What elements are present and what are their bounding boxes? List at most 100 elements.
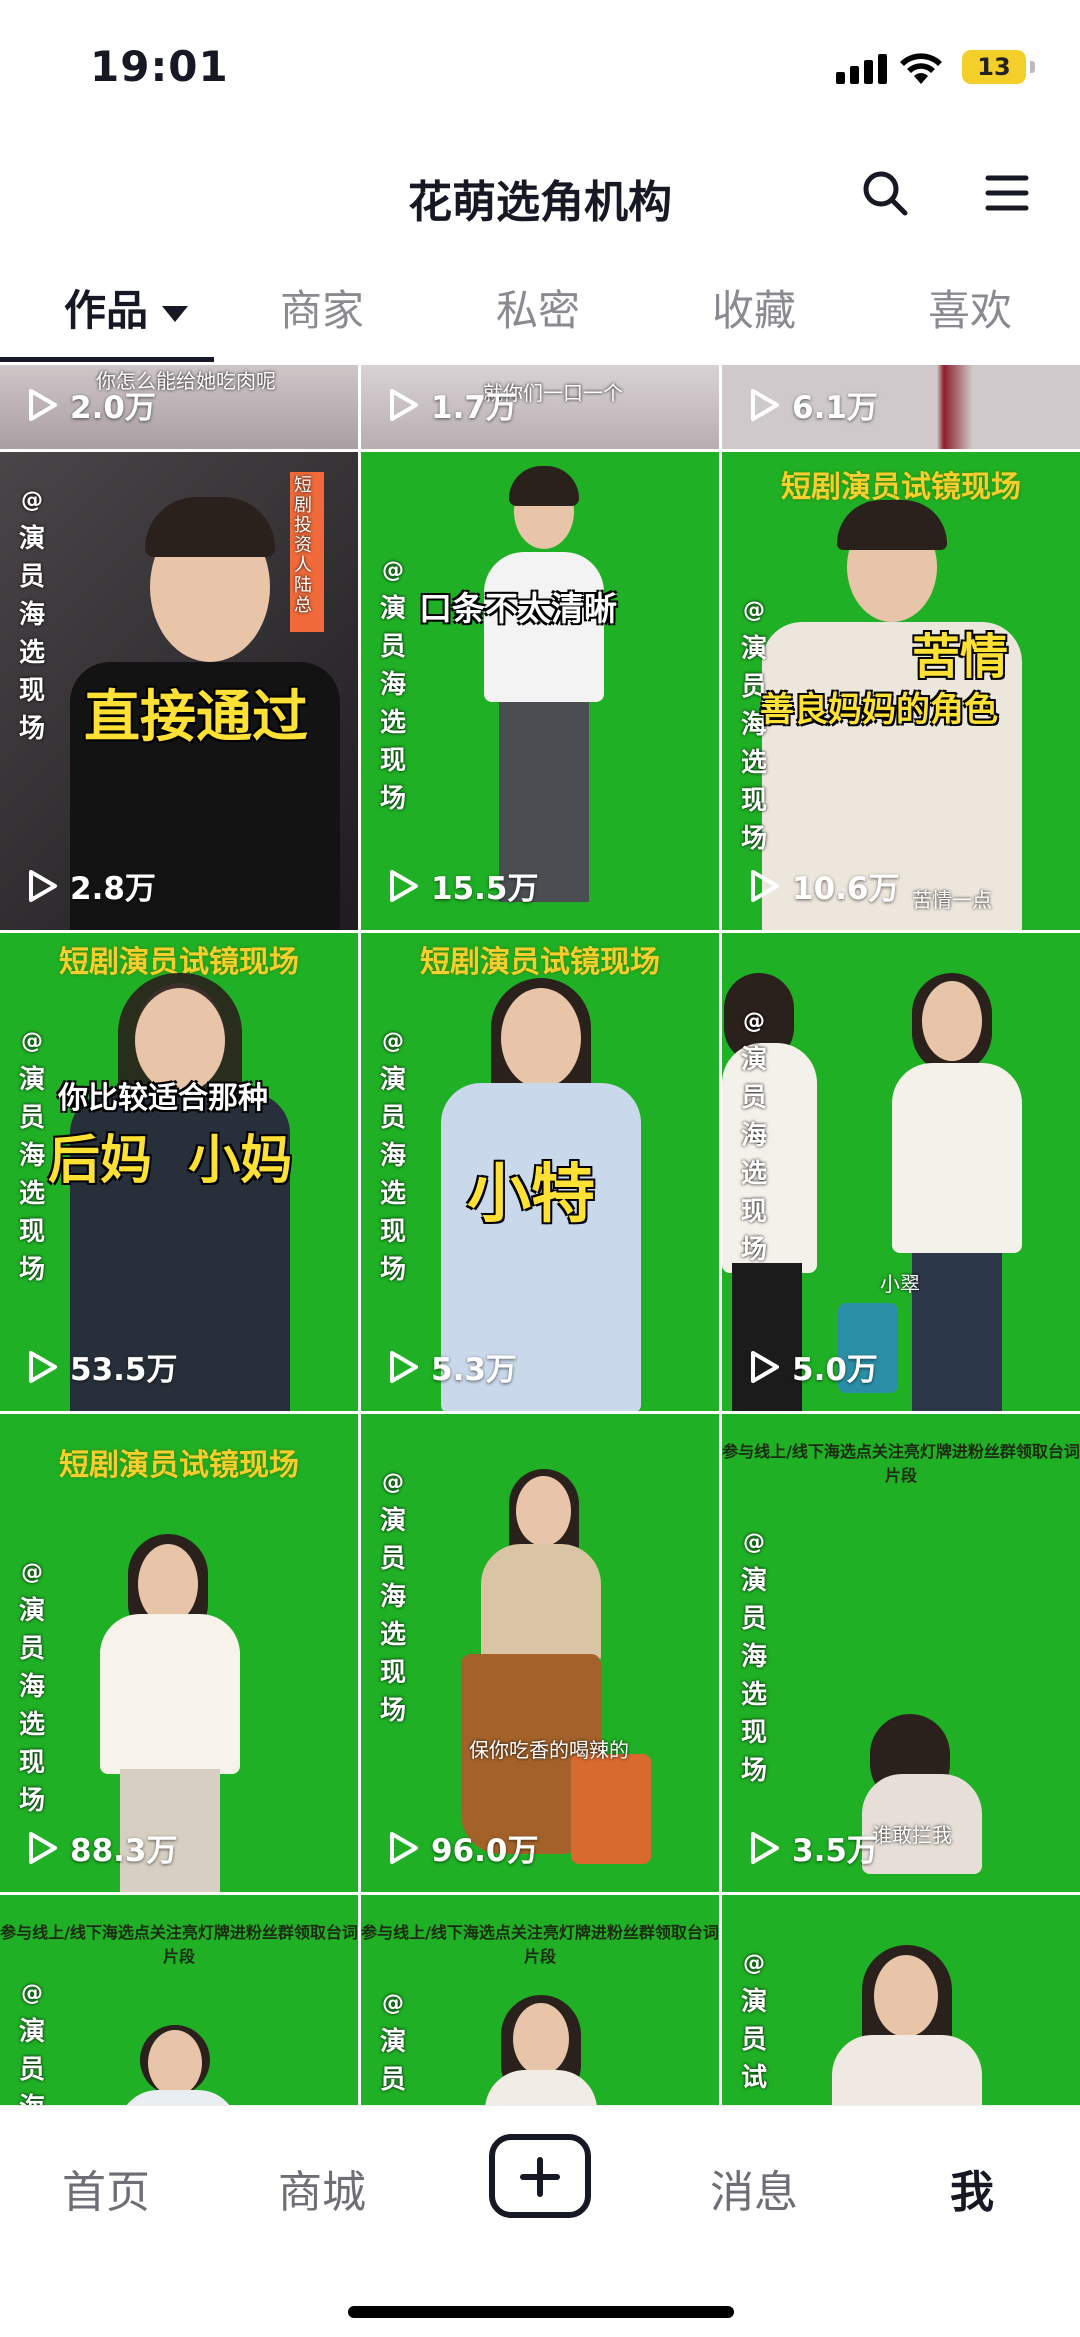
nav-me[interactable]: 我 <box>950 2156 994 2220</box>
video-tile[interactable]: @ 演员海选现场 小翠 5.0万 <box>722 933 1080 1411</box>
menu-icon[interactable] <box>984 170 1030 216</box>
tab-private[interactable]: 私密 <box>496 277 580 338</box>
person-head <box>501 988 581 1088</box>
status-time: 19:01 <box>90 42 229 91</box>
video-caption-b: 后妈 小妈 <box>48 1131 293 1191</box>
video-tag: @ 演员海选现场 <box>18 1560 45 1816</box>
video-tag: @演员海 <box>18 1981 45 2105</box>
play-icon <box>29 869 57 902</box>
video-tag: @ 演员 <box>379 1991 406 2095</box>
tab-works-label: 作品 <box>64 286 149 335</box>
promo-text: 参与线上/线下海选点关注亮灯牌进粉丝群领取台词片段 <box>0 1923 358 1966</box>
play-icon <box>29 1350 57 1383</box>
video-subtitle: 谁敢拦我 <box>872 1823 952 1847</box>
view-count: 2.8万 <box>24 863 156 908</box>
view-count: 2.0万 <box>24 382 156 427</box>
video-tile[interactable]: 短剧投资人 陆总 @ 演员海选现场 直接通过 2.8万 <box>0 452 358 930</box>
view-count: 15.5万 <box>385 863 539 908</box>
video-tile[interactable]: 就你们一口一个 1.7万 <box>361 365 719 449</box>
page-title: 花萌选角机构 <box>408 177 672 228</box>
video-tile[interactable]: @ 演员试 <box>722 1895 1080 2105</box>
tab-merchant[interactable]: 商家 <box>280 277 364 338</box>
video-banner: 短剧演员试镜现场 <box>420 945 660 980</box>
tab-works[interactable]: 作品 <box>64 277 189 338</box>
video-tile[interactable]: 参与线上/线下海选点关注亮灯牌进粉丝群领取台词片段 @ 演员 <box>361 1895 719 2105</box>
profile-tabs: 作品 商家 私密 收藏 喜欢 <box>0 265 1080 365</box>
play-icon <box>390 1350 418 1383</box>
video-subtitle: 保你吃香的喝辣的 <box>469 1738 629 1762</box>
video-tag: @ 演员海选现场 <box>740 1009 767 1265</box>
play-icon <box>751 869 779 902</box>
stool <box>571 1754 651 1864</box>
video-caption: 小特 <box>467 1158 595 1232</box>
video-tile[interactable]: 参与线上/线下海选点关注亮灯牌进粉丝群领取台词片段 @ 演员海选现场 谁敢拦我 3… <box>722 1414 1080 1892</box>
profile-header: 花萌选角机构 <box>0 150 1080 240</box>
play-icon <box>390 1831 418 1864</box>
person-head <box>138 1544 198 1624</box>
video-tag: @ 演员海选现场 <box>18 488 45 744</box>
promo-text: 参与线上/线下海选点关注亮灯牌进粉丝群领取台词片段 <box>361 1923 719 1966</box>
video-tag: @ 演员海选现场 <box>18 1029 45 1285</box>
nav-mall[interactable]: 商城 <box>278 2156 366 2220</box>
app-root: 19:01 13 花萌选角机构 作品 商家 私密 收藏 喜欢 你怎么能给她吃肉呢… <box>0 0 1080 2337</box>
side-label: 短剧投资人 陆总 <box>294 475 312 616</box>
tab-favorites[interactable]: 收藏 <box>712 277 796 338</box>
battery-level: 13 <box>977 53 1011 81</box>
video-subtitle: 苦情一点 <box>912 888 992 912</box>
play-icon <box>390 869 418 902</box>
person-body <box>892 1063 1022 1253</box>
play-icon <box>751 1831 779 1864</box>
nav-messages[interactable]: 消息 <box>710 2156 798 2220</box>
video-tag: @ 演员海选现场 <box>740 1530 767 1786</box>
video-tile[interactable]: 短剧演员试镜现场 @ 演员海选现场 苦情 善良妈妈的角色 苦情一点 10.6万 <box>722 452 1080 930</box>
caret-down-icon[interactable] <box>162 305 189 322</box>
video-tile[interactable]: 你怎么能给她吃肉呢 2.0万 <box>0 365 358 449</box>
person-body <box>832 2035 982 2105</box>
nav-home[interactable]: 首页 <box>62 2156 150 2220</box>
view-count: 88.3万 <box>24 1825 178 1870</box>
home-indicator <box>348 2306 734 2318</box>
view-count: 3.5万 <box>746 1825 878 1870</box>
video-tag: @ 演员试 <box>740 1951 767 2093</box>
video-tile[interactable]: @ 演员海选现场 口条不太清晰 15.5万 <box>361 452 719 930</box>
person-head <box>922 981 982 1061</box>
person-head <box>516 1476 571 1546</box>
view-count: 96.0万 <box>385 1825 539 1870</box>
video-grid: 你怎么能给她吃肉呢 2.0万 就你们一口一个 1.7万 6.1万 短剧投资人 陆… <box>0 365 1080 2105</box>
person-head <box>874 1955 938 2037</box>
play-icon <box>390 388 418 421</box>
search-icon[interactable] <box>860 168 910 218</box>
video-tag: @ 演员海选现场 <box>379 558 406 814</box>
battery-tip <box>1030 61 1035 73</box>
video-tile[interactable]: @ 演员海选现场 保你吃香的喝辣的 96.0万 <box>361 1414 719 1892</box>
battery-icon: 13 <box>962 50 1026 84</box>
person-body <box>481 1544 601 1664</box>
create-button[interactable] <box>489 2134 591 2218</box>
video-caption: 口条不太清晰 <box>419 589 617 628</box>
status-bar: 19:01 13 <box>0 0 1080 130</box>
video-subtitle: 小翠 <box>880 1272 920 1296</box>
video-tile[interactable]: 6.1万 <box>722 365 1080 449</box>
video-banner: 短剧演员试镜现场 <box>59 1448 299 1483</box>
video-caption: 直接通过 <box>84 685 308 750</box>
view-count: 1.7万 <box>385 382 517 427</box>
video-tile[interactable]: 短剧演员试镜现场 @ 演员海选现场 你比较适合那种 后妈 小妈 53.5万 <box>0 933 358 1411</box>
video-caption-a: 你比较适合那种 <box>58 1081 268 1116</box>
tab-likes[interactable]: 喜欢 <box>928 277 1012 338</box>
person-body <box>100 1614 240 1774</box>
play-icon <box>751 1350 779 1383</box>
person-legs <box>912 1253 1002 1411</box>
video-tile[interactable]: 短剧演员试镜现场 @ 演员海选现场 小特 5.3万 <box>361 933 719 1411</box>
active-tab-indicator <box>0 357 214 362</box>
video-caption-b: 善良妈妈的角色 <box>760 690 998 730</box>
video-tile[interactable]: 短剧演员试镜现场 @ 演员海选现场 88.3万 <box>0 1414 358 1892</box>
cellular-signal-icon <box>836 54 888 84</box>
video-tag: @ 演员海选现场 <box>379 1029 406 1285</box>
person-head <box>513 2003 569 2075</box>
promo-text: 参与线上/线下海选点关注亮灯牌进粉丝群领取台词片段 <box>722 1442 1080 1485</box>
video-tile[interactable]: 参与线上/线下海选点关注亮灯牌进粉丝群领取台词片段 @演员海 <box>0 1895 358 2105</box>
video-caption-a: 苦情 <box>912 629 1009 685</box>
video-tag: @ 演员海选现场 <box>379 1470 406 1726</box>
view-count: 5.3万 <box>385 1344 517 1389</box>
view-count: 10.6万 <box>746 863 900 908</box>
